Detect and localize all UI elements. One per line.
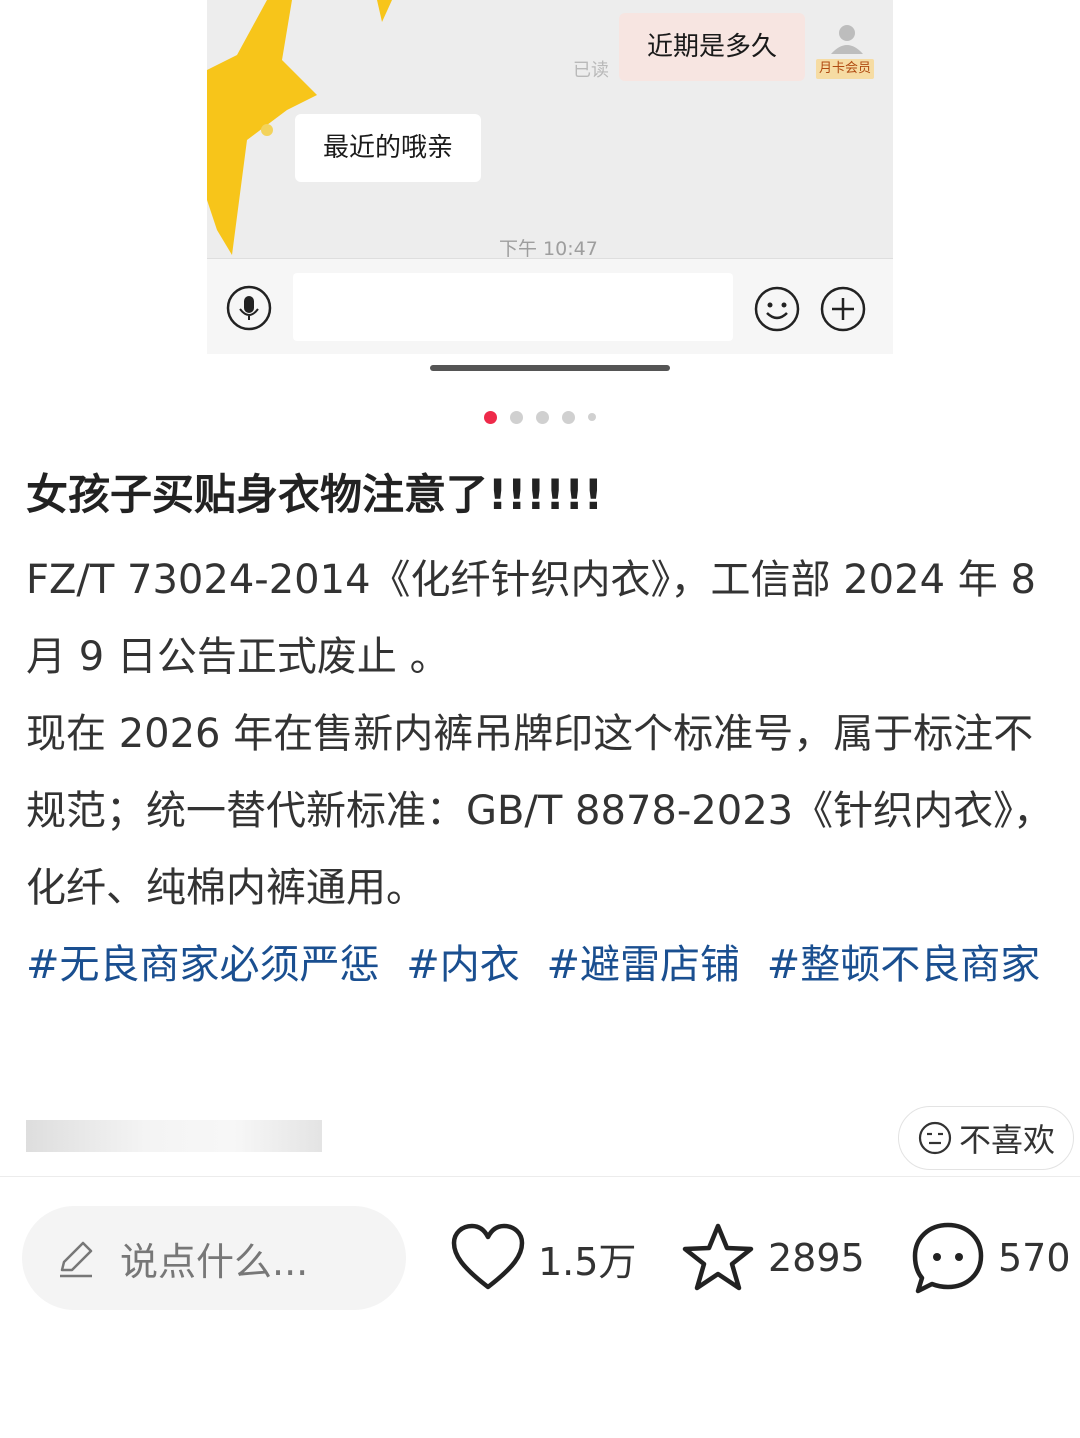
post-date-blurred	[26, 1120, 322, 1152]
hashtag-link[interactable]: #避雷店铺	[546, 942, 740, 988]
emoji-icon	[754, 286, 800, 332]
post-body: FZ/T 73024-2014《化纤针织内衣》，工信部 2024 年 8 月 9…	[26, 542, 1060, 1004]
chat-bubble-icon	[912, 1222, 984, 1294]
voice-icon	[226, 285, 272, 331]
member-badge: 月卡会员	[816, 59, 875, 79]
dislike-label: 不喜欢	[958, 1121, 1055, 1159]
chat-text-field	[293, 273, 733, 341]
hashtag-link[interactable]: #内衣	[406, 942, 520, 988]
carousel-dot[interactable]	[510, 410, 523, 424]
dislike-button[interactable]: 不喜欢	[898, 1106, 1074, 1170]
comment-count: 570	[998, 1236, 1071, 1280]
chat-timestamp: 下午 10:47	[499, 238, 598, 260]
divider	[0, 1176, 1080, 1177]
post-paragraph: 现在 2026 年在售新内裤吊牌印这个标准号，属于标注不规范；统一替代新标准：G…	[26, 711, 1054, 911]
like-button[interactable]: 1.5万	[450, 1220, 636, 1296]
collect-count: 2895	[768, 1236, 865, 1280]
incoming-message-bubble: 最近的哦亲	[295, 114, 481, 182]
plus-icon	[820, 286, 866, 332]
outgoing-message-bubble: 近期是多久	[619, 13, 805, 81]
carousel-indicator	[484, 410, 596, 424]
post-tags: #无良商家必须严惩 #内衣 #避雷店铺 #整顿不良商家	[26, 927, 1060, 1004]
user-avatar-icon	[831, 25, 863, 54]
chat-input-bar	[207, 258, 893, 354]
post-title: 女孩子买贴身衣物注意了!!!!!!	[26, 470, 603, 519]
carousel-dot[interactable]	[484, 410, 497, 424]
heart-icon	[451, 1223, 525, 1290]
scroll-handle[interactable]	[430, 365, 670, 371]
carousel-dot[interactable]	[536, 410, 549, 424]
carousel-dot[interactable]	[562, 410, 575, 424]
neutral-face-icon	[918, 1121, 952, 1155]
chat-screenshot-image[interactable]: 已读 近期是多久 月卡会员 最近的哦亲 下午 10:47	[207, 0, 893, 354]
pencil-icon	[60, 1241, 93, 1278]
comment-button[interactable]: 570	[910, 1220, 1071, 1296]
comment-input[interactable]: 说点什么...	[22, 1206, 406, 1310]
read-status: 已读	[573, 60, 609, 81]
post-paragraph: FZ/T 73024-2014《化纤针织内衣》，工信部 2024 年 8 月 9…	[26, 557, 1036, 680]
collect-button[interactable]: 2895	[680, 1220, 865, 1296]
hashtag-link[interactable]: #无良商家必须严惩	[26, 942, 380, 988]
like-count: 1.5万	[538, 1239, 637, 1284]
hashtag-link[interactable]: #整顿不良商家	[767, 942, 1041, 988]
star-icon	[682, 1223, 754, 1291]
comment-placeholder: 说点什么...	[120, 1239, 309, 1284]
carousel-dot[interactable]	[588, 413, 596, 421]
